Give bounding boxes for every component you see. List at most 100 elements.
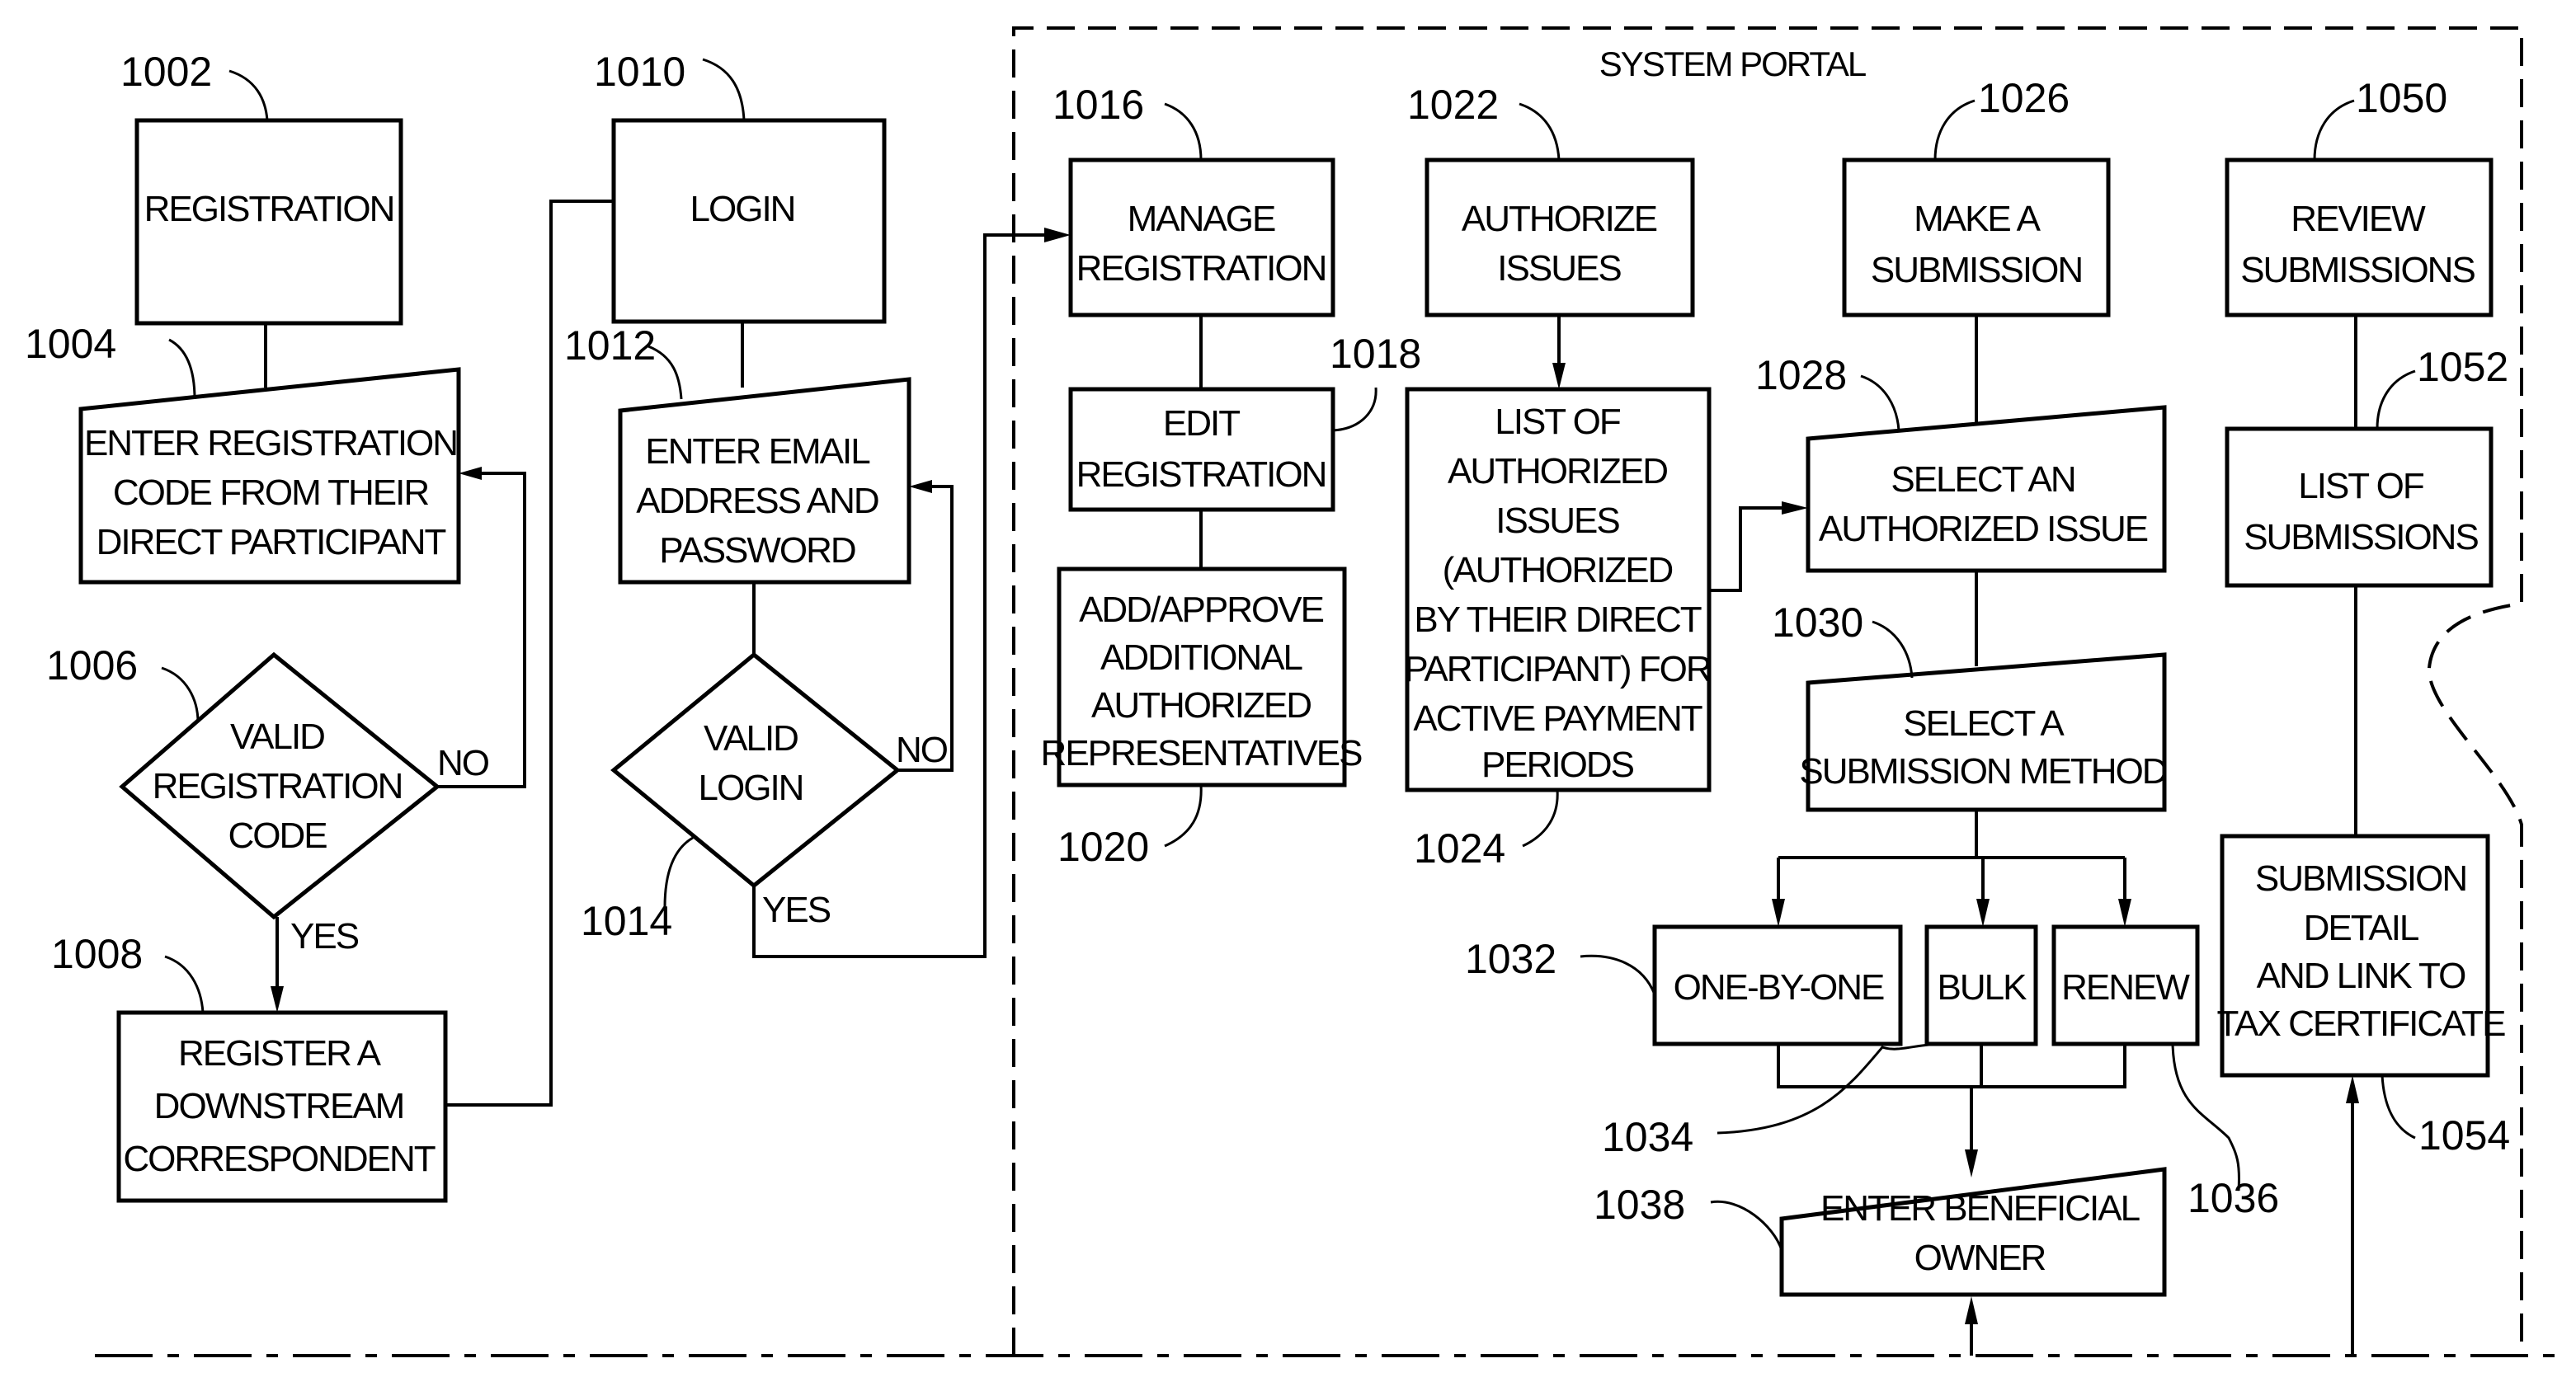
node-1022-label-line: ISSUES	[1497, 248, 1621, 289]
node-1024-label-line: (AUTHORIZED	[1443, 550, 1673, 590]
node-1006-label-line: VALID	[230, 717, 324, 757]
node-1038: ENTER BENEFICIAL OWNER	[1779, 1167, 2167, 1297]
node-1026-label-line: MAKE A	[1914, 199, 2041, 239]
ref-1034: 1034	[1602, 1114, 1693, 1160]
leader-1008	[164, 955, 205, 1013]
node-1028: SELECT AN AUTHORIZED ISSUE	[1806, 405, 2167, 573]
arrowhead-icon	[909, 480, 932, 493]
node-1052-label-line: SUBMISSIONS	[2244, 517, 2478, 557]
connector-1030-split	[1777, 810, 2126, 904]
node-1016: MANAGE REGISTRATION	[1068, 157, 1335, 317]
branch-label-yes: YES	[290, 916, 359, 957]
node-1004-label-line: ENTER REGISTRATION	[84, 423, 457, 463]
node-1038-label-line: OWNER	[1914, 1238, 2046, 1278]
node-1008-label-line: CORRESPONDENT	[123, 1139, 435, 1179]
ref-1012: 1012	[564, 322, 656, 369]
arrowhead-icon	[1965, 1296, 1978, 1324]
ref-1032: 1032	[1465, 936, 1556, 982]
ref-1030: 1030	[1772, 599, 1863, 646]
node-1052: LIST OF SUBMISSIONS	[2225, 426, 2494, 588]
node-1034: BULK	[1924, 924, 2038, 1046]
node-1020-label-line: ADDITIONAL	[1100, 637, 1303, 678]
node-1024-label-line: ISSUES	[1495, 501, 1619, 541]
node-1030-label-line: SELECT A	[1903, 703, 2065, 744]
node-1020-label-line: AUTHORIZED	[1091, 685, 1311, 726]
node-1014-label-line: VALID	[704, 718, 798, 759]
node-1050: REVIEW SUBMISSIONS	[2225, 157, 2494, 317]
arrowhead-icon	[459, 467, 482, 480]
arrowhead-icon	[2346, 1075, 2359, 1103]
node-1054: SUBMISSION DETAIL AND LINK TO TAX CERTIF…	[2217, 834, 2507, 1078]
leader-1004	[168, 338, 196, 400]
ref-1018: 1018	[1330, 331, 1421, 377]
ref-1036: 1036	[2187, 1175, 2279, 1221]
node-1020: ADD/APPROVE ADDITIONAL AUTHORIZED REPRES…	[1041, 566, 1363, 787]
node-1012-label-line: ADDRESS AND	[636, 481, 878, 521]
branch-label-no: NO	[437, 743, 489, 783]
node-1012-label-line: ENTER EMAIL	[645, 431, 870, 472]
leader-1022	[1519, 102, 1561, 161]
node-1034-label-line: BULK	[1938, 967, 2027, 1008]
node-1054-label-line: DETAIL	[2304, 908, 2419, 948]
ref-1020: 1020	[1057, 824, 1149, 870]
leader-1026	[1933, 99, 1976, 161]
leader-1028	[1860, 374, 1900, 431]
node-1028-label-line: SELECT AN	[1891, 459, 2074, 500]
node-1028-label-line: AUTHORIZED ISSUE	[1819, 509, 2148, 549]
node-1002: REGISTRATION	[134, 118, 403, 326]
node-1016-label-line: REGISTRATION	[1076, 248, 1326, 289]
node-1054-label-line: AND LINK TO	[2257, 956, 2465, 996]
leader-1020	[1164, 784, 1203, 848]
node-1018: EDIT REGISTRATION	[1068, 387, 1335, 512]
node-1004-label-line: CODE FROM THEIR	[113, 472, 429, 513]
node-1024-label-line: AUTHORIZED	[1448, 451, 1667, 491]
node-1024-label-line: BY THEIR DIRECT	[1414, 599, 1701, 640]
node-1014-label-line: LOGIN	[699, 768, 803, 808]
node-1002-label-line: REGISTRATION	[144, 189, 394, 229]
node-1020-label-line: ADD/APPROVE	[1079, 590, 1324, 630]
ref-1008: 1008	[51, 931, 143, 977]
node-1012: ENTER EMAIL ADDRESS AND PASSWORD	[618, 377, 911, 585]
node-1008-label-line: DOWNSTREAM	[154, 1086, 404, 1126]
leader-1018	[1332, 387, 1377, 432]
leader-1032	[1580, 954, 1656, 995]
node-1022-label-line: AUTHORIZE	[1462, 199, 1657, 239]
ref-1024: 1024	[1414, 825, 1505, 872]
node-1054-label-line: SUBMISSION	[2255, 858, 2466, 899]
node-1024: LIST OF AUTHORIZED ISSUES (AUTHORIZED BY…	[1404, 387, 1712, 792]
arrowhead-icon	[271, 986, 284, 1013]
arrowhead-icon	[1782, 501, 1808, 515]
node-1038-label-line: ENTER BENEFICIAL	[1820, 1188, 2140, 1229]
node-1032-label-line: ONE-BY-ONE	[1674, 967, 1884, 1008]
node-1030-label-line: SUBMISSION METHOD	[1799, 751, 2166, 792]
ref-1038: 1038	[1594, 1182, 1685, 1228]
ref-1022: 1022	[1407, 82, 1499, 128]
ref-1002: 1002	[120, 49, 212, 95]
arrowhead-icon	[2118, 899, 2131, 927]
node-1008: REGISTER A DOWNSTREAM CORRESPONDENT	[116, 1010, 448, 1203]
arrowhead-icon	[1965, 1149, 1978, 1178]
arrowhead-icon	[1976, 899, 1990, 927]
node-1032: ONE-BY-ONE	[1652, 924, 1903, 1046]
node-1024-label-line: PARTICIPANT) FOR	[1404, 649, 1711, 689]
leader-1016	[1164, 102, 1203, 161]
arrowhead-icon	[1552, 363, 1566, 389]
node-1036-label-line: RENEW	[2061, 967, 2190, 1008]
ref-1028: 1028	[1755, 352, 1847, 398]
ref-1050: 1050	[2356, 75, 2447, 121]
ref-1010: 1010	[594, 49, 685, 95]
leader-1002	[228, 69, 269, 121]
leader-1010	[702, 58, 746, 121]
ref-1014: 1014	[581, 898, 672, 944]
ref-1054: 1054	[2418, 1112, 2510, 1159]
node-1026-label-line: SUBMISSION	[1871, 250, 2082, 290]
node-1006-label-line: CODE	[228, 816, 327, 856]
node-1006-label-line: REGISTRATION	[153, 766, 403, 806]
node-1012-label-line: PASSWORD	[659, 530, 855, 571]
connector-1024-to-1028	[1709, 506, 1787, 592]
ref-1004: 1004	[25, 321, 116, 367]
leader-1014	[663, 836, 694, 908]
branch-label-yes: YES	[762, 890, 831, 930]
node-1020-label-line: REPRESENTATIVES	[1041, 733, 1363, 773]
ref-1052: 1052	[2417, 344, 2508, 390]
